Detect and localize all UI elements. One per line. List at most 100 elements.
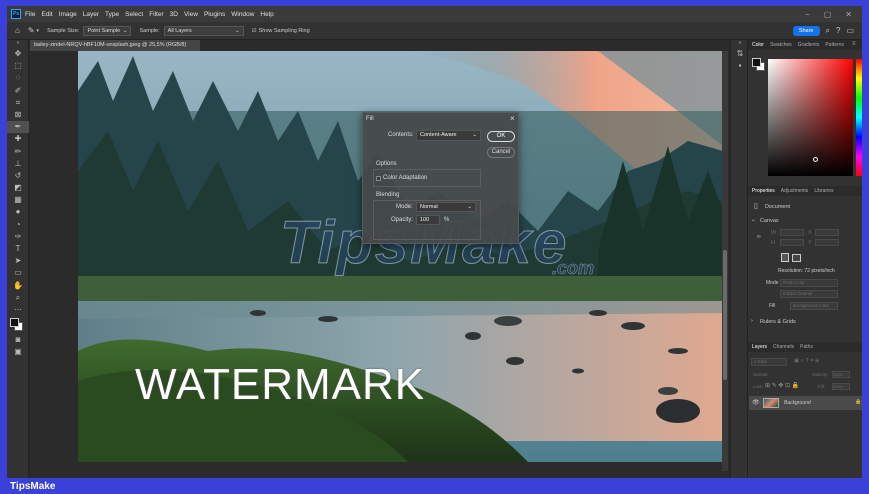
contents-select[interactable]: Content-Aware ⌄	[416, 130, 481, 141]
tab-adjustments[interactable]: Adjustments	[781, 188, 809, 194]
fill-opacity-field[interactable]: 100%	[832, 383, 850, 390]
menu-layer[interactable]: Layer	[83, 11, 99, 18]
cancel-button[interactable]: Cancel	[487, 147, 515, 158]
comments-panel-icon[interactable]: ▪	[731, 60, 749, 72]
lock-icons[interactable]: ⊞ ✎ ✥ ⊡ 🔒	[765, 382, 799, 389]
color-picker-ring[interactable]	[813, 157, 818, 162]
search-icon[interactable]: ⌕	[826, 26, 830, 36]
panel-menu-icon[interactable]: ≡	[852, 41, 856, 47]
hue-slider[interactable]	[856, 59, 862, 176]
menu-window[interactable]: Window	[231, 11, 254, 18]
eyedropper-icon[interactable]: ✒	[7, 121, 29, 134]
close-icon[interactable]: ×	[510, 114, 515, 123]
menu-image[interactable]: Image	[59, 11, 77, 18]
layer-filter-icons[interactable]: ▣ ◐ T ⌗ ⊕	[794, 358, 820, 365]
eraser-tool-icon[interactable]: ◩	[7, 182, 29, 194]
hand-tool-icon[interactable]: ✋	[7, 280, 29, 292]
crop-tool-icon[interactable]: ⌗	[7, 97, 29, 109]
help-icon[interactable]: ?	[836, 26, 840, 35]
bit-depth-select[interactable]: 8 Bits/Channel	[780, 290, 838, 298]
x-field[interactable]	[815, 229, 839, 236]
stamp-tool-icon[interactable]: ⊥	[7, 158, 29, 170]
ok-button[interactable]: OK	[487, 131, 515, 142]
width-field[interactable]	[780, 229, 804, 236]
quick-select-tool-icon[interactable]: ✐	[7, 85, 29, 97]
eye-icon[interactable]: 👁	[752, 399, 760, 406]
document-tab[interactable]: bailey-zindel-NRQV-hBF10M-unsplash.jpeg …	[30, 40, 200, 51]
show-ring-checkbox[interactable]: ☑	[252, 28, 257, 34]
menu-select[interactable]: Select	[125, 11, 143, 18]
portrait-orientation-icon[interactable]	[781, 253, 789, 262]
type-tool-icon[interactable]: T	[7, 243, 29, 255]
screen-mode-icon[interactable]: ▣	[7, 346, 29, 358]
layer-opacity-field[interactable]: 100%	[832, 371, 850, 378]
rectangle-tool-icon[interactable]: ▭	[7, 267, 29, 279]
menu-file[interactable]: File	[25, 11, 35, 18]
home-icon[interactable]: ⌂	[15, 26, 20, 35]
minimize-icon[interactable]: −	[805, 10, 810, 19]
height-field[interactable]	[780, 239, 804, 246]
link-icon[interactable]: ∞	[757, 234, 761, 240]
blend-mode-select[interactable]: Normal	[753, 372, 768, 377]
move-tool-icon[interactable]: ✥	[7, 48, 29, 60]
eyedropper-tool-icon[interactable]: ✎	[28, 26, 35, 35]
color-field[interactable]	[768, 59, 853, 176]
tab-properties[interactable]: Properties	[752, 188, 775, 194]
maximize-icon[interactable]: ▢	[824, 10, 832, 19]
frame-tool-icon[interactable]: ⊠	[7, 109, 29, 121]
fill-select[interactable]: Background Color	[790, 302, 838, 310]
close-icon[interactable]: ✕	[845, 10, 852, 19]
healing-brush-icon[interactable]: ✚	[7, 133, 29, 145]
menu-filter[interactable]: Filter	[149, 11, 163, 18]
workspace-icon[interactable]: ▭	[846, 26, 854, 35]
tab-color[interactable]: Color	[752, 42, 764, 48]
sample-size-value: Point Sample	[87, 27, 121, 34]
history-brush-icon[interactable]: ↺	[7, 170, 29, 182]
menu-type[interactable]: Type	[105, 11, 119, 18]
landscape-orientation-icon[interactable]	[792, 254, 801, 262]
layer-name[interactable]: Background	[784, 400, 811, 406]
rulers-chevron-icon[interactable]: ›	[751, 318, 753, 324]
color-mode-select[interactable]: RGB Color	[780, 279, 838, 287]
pen-tool-icon[interactable]: ✑	[7, 231, 29, 243]
menu-help[interactable]: Help	[260, 11, 273, 18]
brush-tool-icon[interactable]: ✏	[7, 146, 29, 158]
tab-layers[interactable]: Layers	[752, 344, 767, 350]
path-select-icon[interactable]: ➤	[7, 255, 29, 267]
lasso-tool-icon[interactable]: ◌	[7, 72, 29, 84]
mode-select[interactable]: Normal ⌄	[416, 202, 476, 212]
layer-kind-filter[interactable]: ⌕ Kind	[751, 358, 787, 366]
layer-opacity-label: Opacity:	[812, 372, 829, 377]
tool-preset-chevron-icon[interactable]: ▾	[37, 28, 40, 34]
tab-libraries[interactable]: Libraries	[814, 188, 833, 194]
toolbar-collapse-icon[interactable]: «	[7, 40, 29, 48]
foreground-color-swatch[interactable]	[10, 318, 19, 327]
history-panel-icon[interactable]: ⇅	[731, 48, 749, 60]
tab-paths[interactable]: Paths	[800, 344, 813, 350]
opacity-input[interactable]: 100	[416, 215, 440, 225]
tab-gradients[interactable]: Gradients	[798, 42, 820, 48]
blur-tool-icon[interactable]: ●	[7, 206, 29, 218]
zoom-tool-icon[interactable]: ⌕	[7, 292, 29, 304]
scrollbar-thumb[interactable]	[723, 250, 727, 380]
canvas-chevron-icon[interactable]: ⌄	[751, 217, 756, 223]
panel-foreground-swatch[interactable]	[752, 58, 761, 67]
dodge-tool-icon[interactable]: ◔	[7, 219, 29, 231]
tab-patterns[interactable]: Patterns	[825, 42, 844, 48]
menu-view[interactable]: View	[184, 11, 198, 18]
menu-edit[interactable]: Edit	[41, 11, 52, 18]
marquee-tool-icon[interactable]: ⬚	[7, 60, 29, 72]
quick-mask-icon[interactable]: ◙	[7, 334, 29, 346]
sample-select[interactable]: All Layers ⌄	[163, 25, 244, 36]
more-tools-icon[interactable]: ⋯	[7, 304, 29, 316]
menu-3d[interactable]: 3D	[170, 11, 178, 18]
sample-size-select[interactable]: Point Sample ⌄	[83, 25, 132, 36]
panel-collapse-icon[interactable]: «	[731, 40, 749, 48]
y-field[interactable]	[815, 239, 839, 246]
menu-plugins[interactable]: Plugins	[204, 11, 225, 18]
tab-channels[interactable]: Channels	[773, 344, 794, 350]
gradient-tool-icon[interactable]: ▦	[7, 194, 29, 206]
share-button[interactable]: Share	[792, 25, 820, 36]
color-adaptation-checkbox[interactable]	[376, 176, 381, 181]
tab-swatches[interactable]: Swatches	[770, 42, 792, 48]
